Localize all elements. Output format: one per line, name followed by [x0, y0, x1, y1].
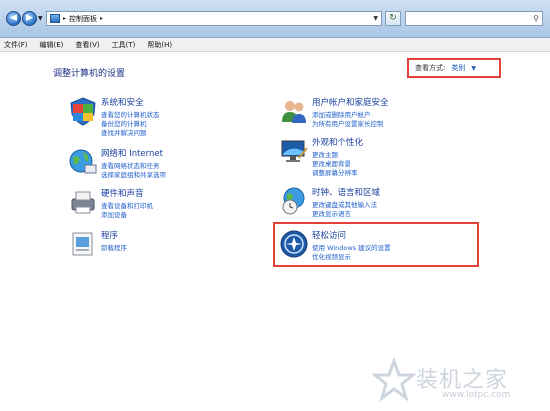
- address-dropdown-icon[interactable]: ▼: [373, 15, 378, 22]
- search-input[interactable]: ⚲: [405, 11, 543, 26]
- view-by-label: 查看方式:: [415, 64, 446, 72]
- view-by-selector[interactable]: 查看方式: 类别 ▼: [407, 58, 501, 78]
- category-title[interactable]: 系统和安全: [101, 96, 144, 108]
- shield-icon[interactable]: [68, 96, 98, 126]
- monitor-paint-icon[interactable]: [279, 136, 309, 166]
- link-screen-resolution[interactable]: 调整屏幕分辨率: [312, 167, 358, 177]
- category-title[interactable]: 外观和个性化: [312, 136, 363, 148]
- arrow-left-icon: ◀: [10, 13, 17, 23]
- menu-view[interactable]: 查看(V): [75, 40, 99, 50]
- ease-of-access-highlight: [273, 222, 479, 267]
- chevron-right-icon[interactable]: ▸: [100, 15, 103, 22]
- refresh-icon: ↻: [389, 13, 397, 23]
- menu-help[interactable]: 帮助(H): [147, 40, 172, 50]
- link-troubleshoot[interactable]: 查找并解决问题: [101, 127, 147, 137]
- network-globe-icon[interactable]: [68, 147, 98, 177]
- category-title[interactable]: 程序: [101, 229, 118, 241]
- dropdown-arrow-icon[interactable]: ▼: [471, 65, 476, 72]
- clock-globe-icon[interactable]: [279, 186, 309, 216]
- refresh-button[interactable]: ↻: [385, 11, 401, 26]
- link-display-language[interactable]: 更改显示语言: [312, 208, 351, 218]
- page-title: 调整计算机的设置: [53, 69, 126, 79]
- watermark-url: www.lotpc.com: [442, 390, 511, 400]
- menu-file[interactable]: 文件(F): [4, 40, 28, 50]
- category-title[interactable]: 用户帐户和家庭安全: [312, 96, 389, 108]
- printer-icon[interactable]: [68, 187, 98, 217]
- control-panel-icon: [50, 14, 60, 23]
- back-button[interactable]: ◀: [6, 11, 21, 26]
- chevron-right-icon[interactable]: ▸: [63, 15, 66, 22]
- control-panel-window: ◀ ▶ ▼ ▸ 控制面板 ▸ ▼ ↻ ⚲ 文件(F) 编辑(E) 查看(V) 工…: [0, 0, 550, 411]
- arrow-right-icon: ▶: [26, 13, 33, 23]
- menu-bar: 文件(F) 编辑(E) 查看(V) 工具(T) 帮助(H): [0, 38, 550, 52]
- menu-edit[interactable]: 编辑(E): [40, 40, 64, 50]
- link-add-device[interactable]: 添加设备: [101, 209, 127, 219]
- forward-button[interactable]: ▶: [22, 11, 37, 26]
- view-by-value[interactable]: 类别: [451, 63, 465, 73]
- menu-tools[interactable]: 工具(T): [112, 40, 136, 50]
- search-icon[interactable]: ⚲: [533, 14, 539, 23]
- star-logo-icon: [372, 358, 416, 402]
- link-homegroup[interactable]: 选择家庭组和共享选项: [101, 169, 166, 179]
- category-title[interactable]: 时钟、语言和区域: [312, 186, 380, 198]
- users-icon[interactable]: [279, 96, 309, 126]
- programs-icon[interactable]: [68, 229, 98, 259]
- watermark: 装机之家 www.lotpc.com: [372, 358, 542, 402]
- link-parental-controls[interactable]: 为所有用户设置家长控制: [312, 118, 384, 128]
- category-title[interactable]: 硬件和声音: [101, 187, 144, 199]
- breadcrumb-control-panel[interactable]: 控制面板: [69, 14, 97, 24]
- address-toolbar: ◀ ▶ ▼ ▸ 控制面板 ▸ ▼ ↻ ⚲: [0, 0, 550, 38]
- address-field[interactable]: ▸ 控制面板 ▸ ▼: [46, 11, 382, 26]
- history-dropdown-icon[interactable]: ▼: [38, 15, 43, 22]
- link-uninstall[interactable]: 卸载程序: [101, 242, 127, 252]
- category-title[interactable]: 网络和 Internet: [101, 147, 163, 159]
